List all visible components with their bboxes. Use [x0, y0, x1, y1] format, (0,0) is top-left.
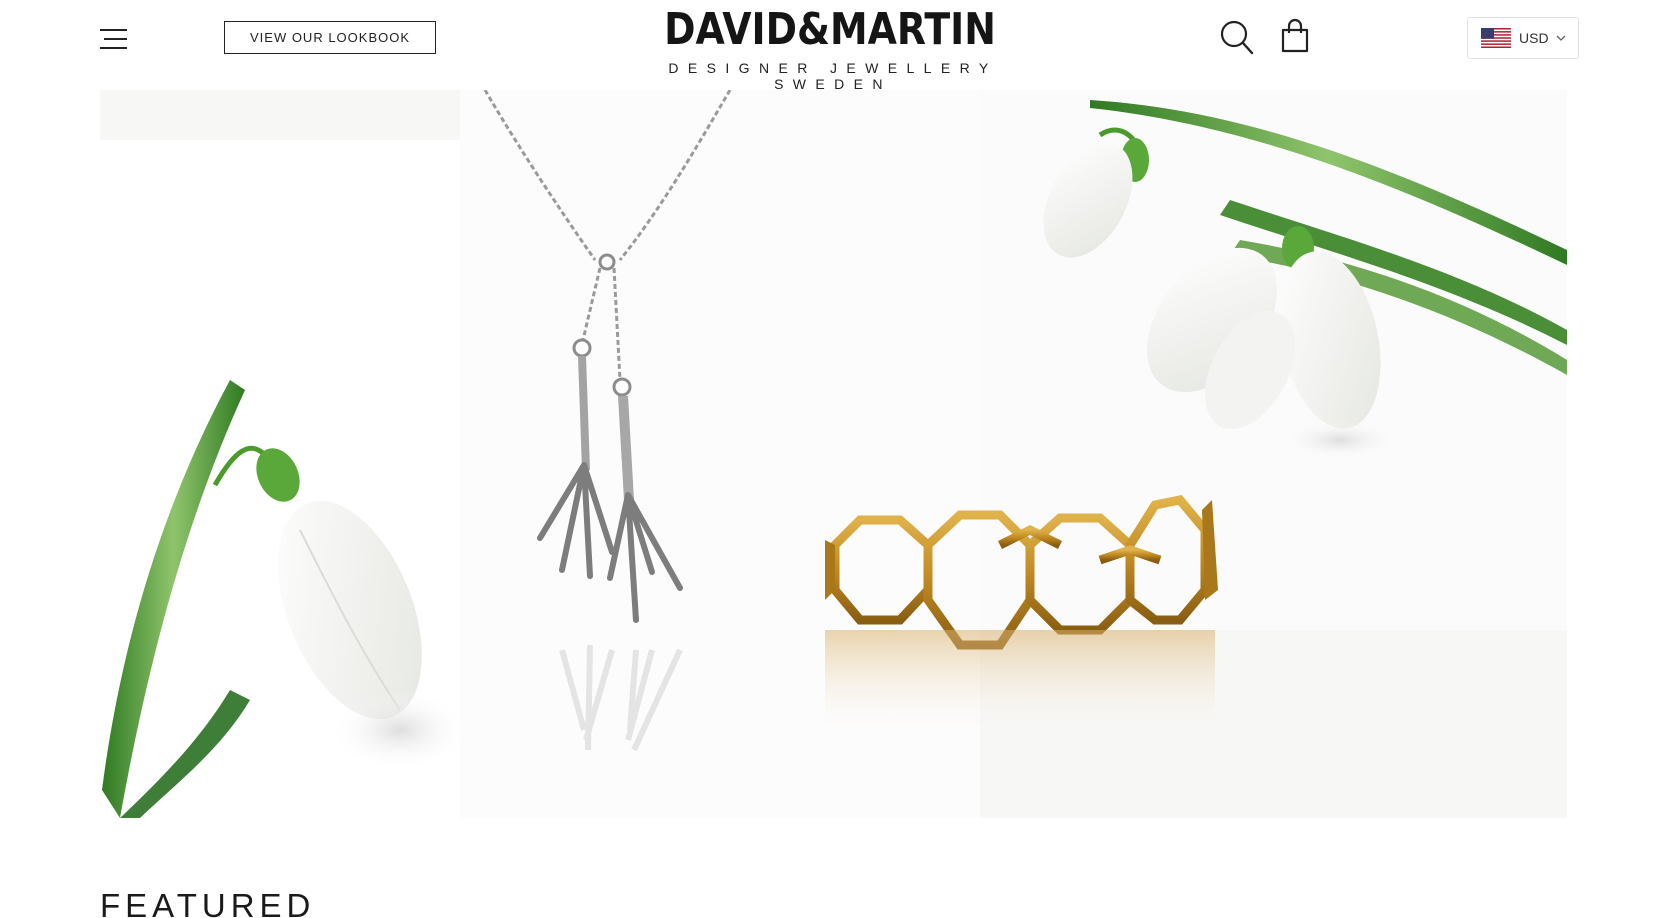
currency-selector[interactable]: USD [1467, 17, 1579, 59]
brand-logo[interactable]: DAVID&MARTIN DESIGNER JEWELLERY SWEDEN [610, 4, 1050, 92]
view-lookbook-button[interactable]: VIEW OUR LOOKBOOK [224, 21, 436, 54]
chevron-down-icon [1556, 35, 1566, 41]
shopping-bag-icon[interactable] [1280, 18, 1310, 54]
hamburger-menu-icon[interactable] [100, 26, 128, 52]
us-flag-icon [1481, 28, 1511, 48]
logo-tagline: DESIGNER JEWELLERY SWEDEN [668, 60, 998, 92]
search-icon[interactable] [1220, 20, 1254, 56]
site-header: VIEW OUR LOOKBOOK DAVID&MARTIN DESIGNER … [0, 0, 1662, 92]
currency-code: USD [1519, 30, 1549, 46]
hero-banner-image[interactable] [100, 90, 1567, 818]
logo-text: DAVID&MARTIN [664, 4, 996, 55]
featured-heading: FEATURED [100, 887, 316, 918]
